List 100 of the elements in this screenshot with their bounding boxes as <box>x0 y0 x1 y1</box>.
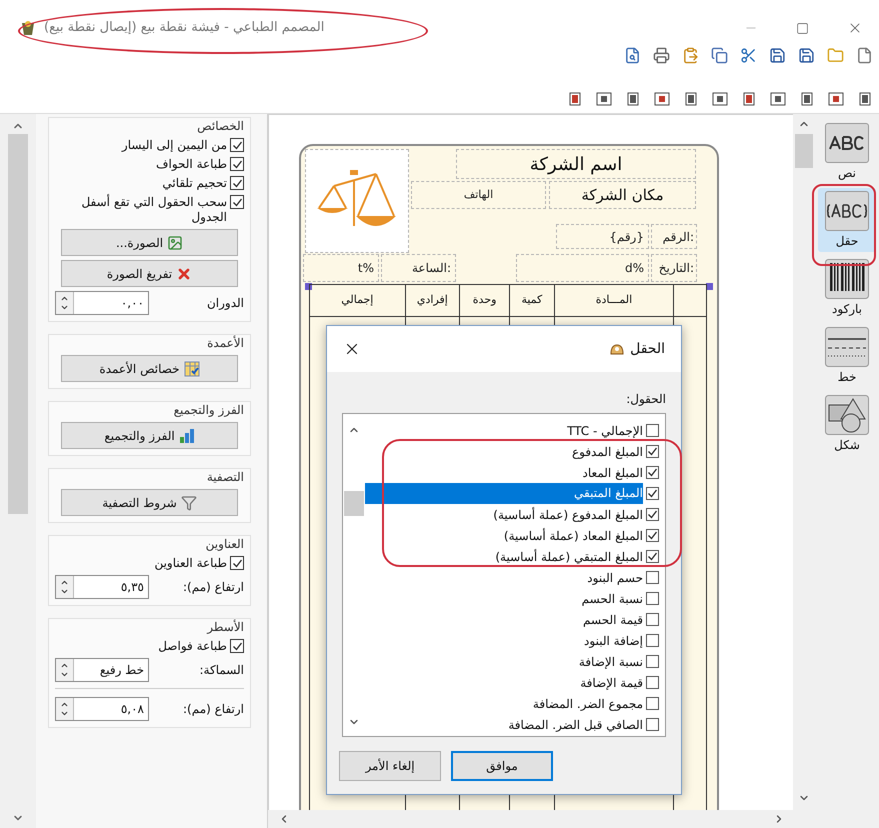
panel-button[interactable]: الفرز والتجميع <box>61 422 238 449</box>
checkbox[interactable] <box>646 466 659 479</box>
list-item[interactable]: مجموع الضر. المضافة <box>532 696 643 712</box>
save-as-icon[interactable] <box>769 46 786 64</box>
dialog-button[interactable]: إلغاء الأمر <box>339 751 441 781</box>
list-item[interactable]: المبلغ المدفوع (عملة أساسية) <box>493 506 643 522</box>
checkbox[interactable] <box>646 697 659 710</box>
scrollbar-thumb[interactable] <box>795 134 813 168</box>
list-item[interactable]: الإجمالي - TTC <box>567 422 643 438</box>
group-title: الخصائص <box>196 118 244 134</box>
scrollbar-thumb[interactable] <box>8 134 28 514</box>
checkbox[interactable] <box>646 676 659 689</box>
preview-icon[interactable] <box>624 46 641 64</box>
group-title: الفرز والتجميع <box>172 402 244 418</box>
spin-field[interactable]: ٠,٠٠ <box>55 291 149 315</box>
list-item[interactable]: المبلغ المعاد (عملة أساسية) <box>504 528 643 544</box>
toolbox-item[interactable]: نص <box>818 120 876 184</box>
align-icon[interactable] <box>567 91 583 107</box>
group-title: الأعمدة <box>206 335 244 351</box>
spinner-icon[interactable] <box>56 698 74 720</box>
list-item[interactable]: المبلغ المدفوع <box>572 444 643 460</box>
toolbox-item[interactable]: خط <box>818 324 876 388</box>
align-icon[interactable] <box>741 91 757 107</box>
list-item[interactable]: قيمة الإضافة <box>580 674 643 690</box>
checkbox[interactable] <box>230 176 244 190</box>
align-icon[interactable] <box>770 91 786 107</box>
list-item[interactable]: المبلغ المتبقي <box>365 483 643 504</box>
new-file-icon[interactable] <box>856 46 873 64</box>
panel-button[interactable]: شروط التصفية <box>61 489 238 516</box>
dialog-title: الحقل <box>630 340 665 358</box>
list-item[interactable]: المبلغ المعاد <box>582 464 643 480</box>
spinner-icon[interactable] <box>56 576 74 598</box>
save-icon[interactable] <box>798 46 815 64</box>
list-item[interactable]: قيمة الحسم <box>583 612 643 628</box>
dialog-button[interactable]: موافق <box>451 751 553 781</box>
checkbox[interactable] <box>230 195 244 209</box>
checkbox[interactable] <box>646 487 659 500</box>
filter-icon <box>180 494 197 510</box>
checkbox[interactable] <box>646 550 659 563</box>
toolbox-item[interactable]: شكل <box>818 392 876 456</box>
checkbox[interactable] <box>230 157 244 171</box>
dialog-icon <box>609 342 626 356</box>
checkbox[interactable] <box>646 613 659 626</box>
list-item[interactable]: نسبة الحسم <box>582 590 643 606</box>
list-item[interactable]: نسبة الإضافة <box>578 654 643 670</box>
align-icon[interactable] <box>596 91 612 107</box>
align-icon[interactable] <box>625 91 641 107</box>
toolbox-item[interactable]: باركود <box>818 256 876 320</box>
delete-icon <box>176 266 192 282</box>
spin-field[interactable]: ٥,٣٥ <box>55 575 149 599</box>
field-tool-icon <box>825 191 869 231</box>
align-icon[interactable] <box>683 91 699 107</box>
checkbox[interactable] <box>646 445 659 458</box>
scrollbar-thumb[interactable] <box>344 491 364 516</box>
list-item[interactable]: حسم البنود <box>587 570 643 586</box>
panel-button[interactable]: تفريغ الصورة <box>61 260 238 287</box>
list-item[interactable]: إضافة البنود <box>584 632 643 648</box>
checkbox[interactable] <box>646 718 659 731</box>
checkbox[interactable] <box>230 138 244 152</box>
align-icon[interactable] <box>799 91 815 107</box>
copy-icon[interactable] <box>711 46 728 64</box>
checkbox[interactable] <box>230 556 244 570</box>
app-icon <box>20 20 36 36</box>
checkbox[interactable] <box>646 592 659 605</box>
toolbox-item[interactable]: حقل <box>818 188 876 252</box>
picture-icon <box>167 234 184 250</box>
checkbox[interactable] <box>230 639 244 653</box>
spin-field[interactable]: خط رفيع <box>55 658 149 682</box>
checkbox[interactable] <box>646 655 659 668</box>
align-icon[interactable] <box>654 91 670 107</box>
cut-icon[interactable] <box>740 46 757 64</box>
line-tool-icon <box>825 327 869 367</box>
maximize-icon[interactable] <box>796 22 809 34</box>
company-name-field: اسم الشركة <box>456 149 696 179</box>
checkbox[interactable] <box>646 529 659 542</box>
checkbox[interactable] <box>646 634 659 647</box>
panel-button[interactable]: الصورة... <box>61 229 238 256</box>
list-item[interactable]: المبلغ المتبقي (عملة أساسية) <box>495 548 643 564</box>
spinner-icon[interactable] <box>56 292 74 314</box>
align-icon[interactable] <box>712 91 728 107</box>
checkbox[interactable] <box>646 424 659 437</box>
spin-field[interactable]: ٥,٠٨ <box>55 697 149 721</box>
date-field: d% <box>516 254 649 282</box>
checkbox[interactable] <box>646 508 659 521</box>
number-field: {رقم} <box>556 224 649 249</box>
print-icon[interactable] <box>653 46 670 64</box>
checkbox-label: طباعة العناوين <box>154 556 227 571</box>
spinner-icon[interactable] <box>56 659 74 681</box>
list-item[interactable]: الصافي قبل الضر. المضافة <box>508 716 643 732</box>
list-label: الحقول: <box>625 391 666 408</box>
align-icon[interactable] <box>857 91 873 107</box>
fields-list[interactable] <box>342 413 666 737</box>
paste-icon[interactable] <box>682 46 699 64</box>
panel-button[interactable]: خصائص الأعمدة <box>61 355 238 382</box>
text-tool-icon <box>825 123 869 163</box>
align-icon[interactable] <box>828 91 844 107</box>
checkbox[interactable] <box>646 571 659 584</box>
checkbox-label: سحب الحقول التي تقع أسفل الجدول <box>80 195 227 225</box>
time-label: الساعة: <box>381 254 456 282</box>
table-header-cell: وحدة <box>460 285 509 317</box>
